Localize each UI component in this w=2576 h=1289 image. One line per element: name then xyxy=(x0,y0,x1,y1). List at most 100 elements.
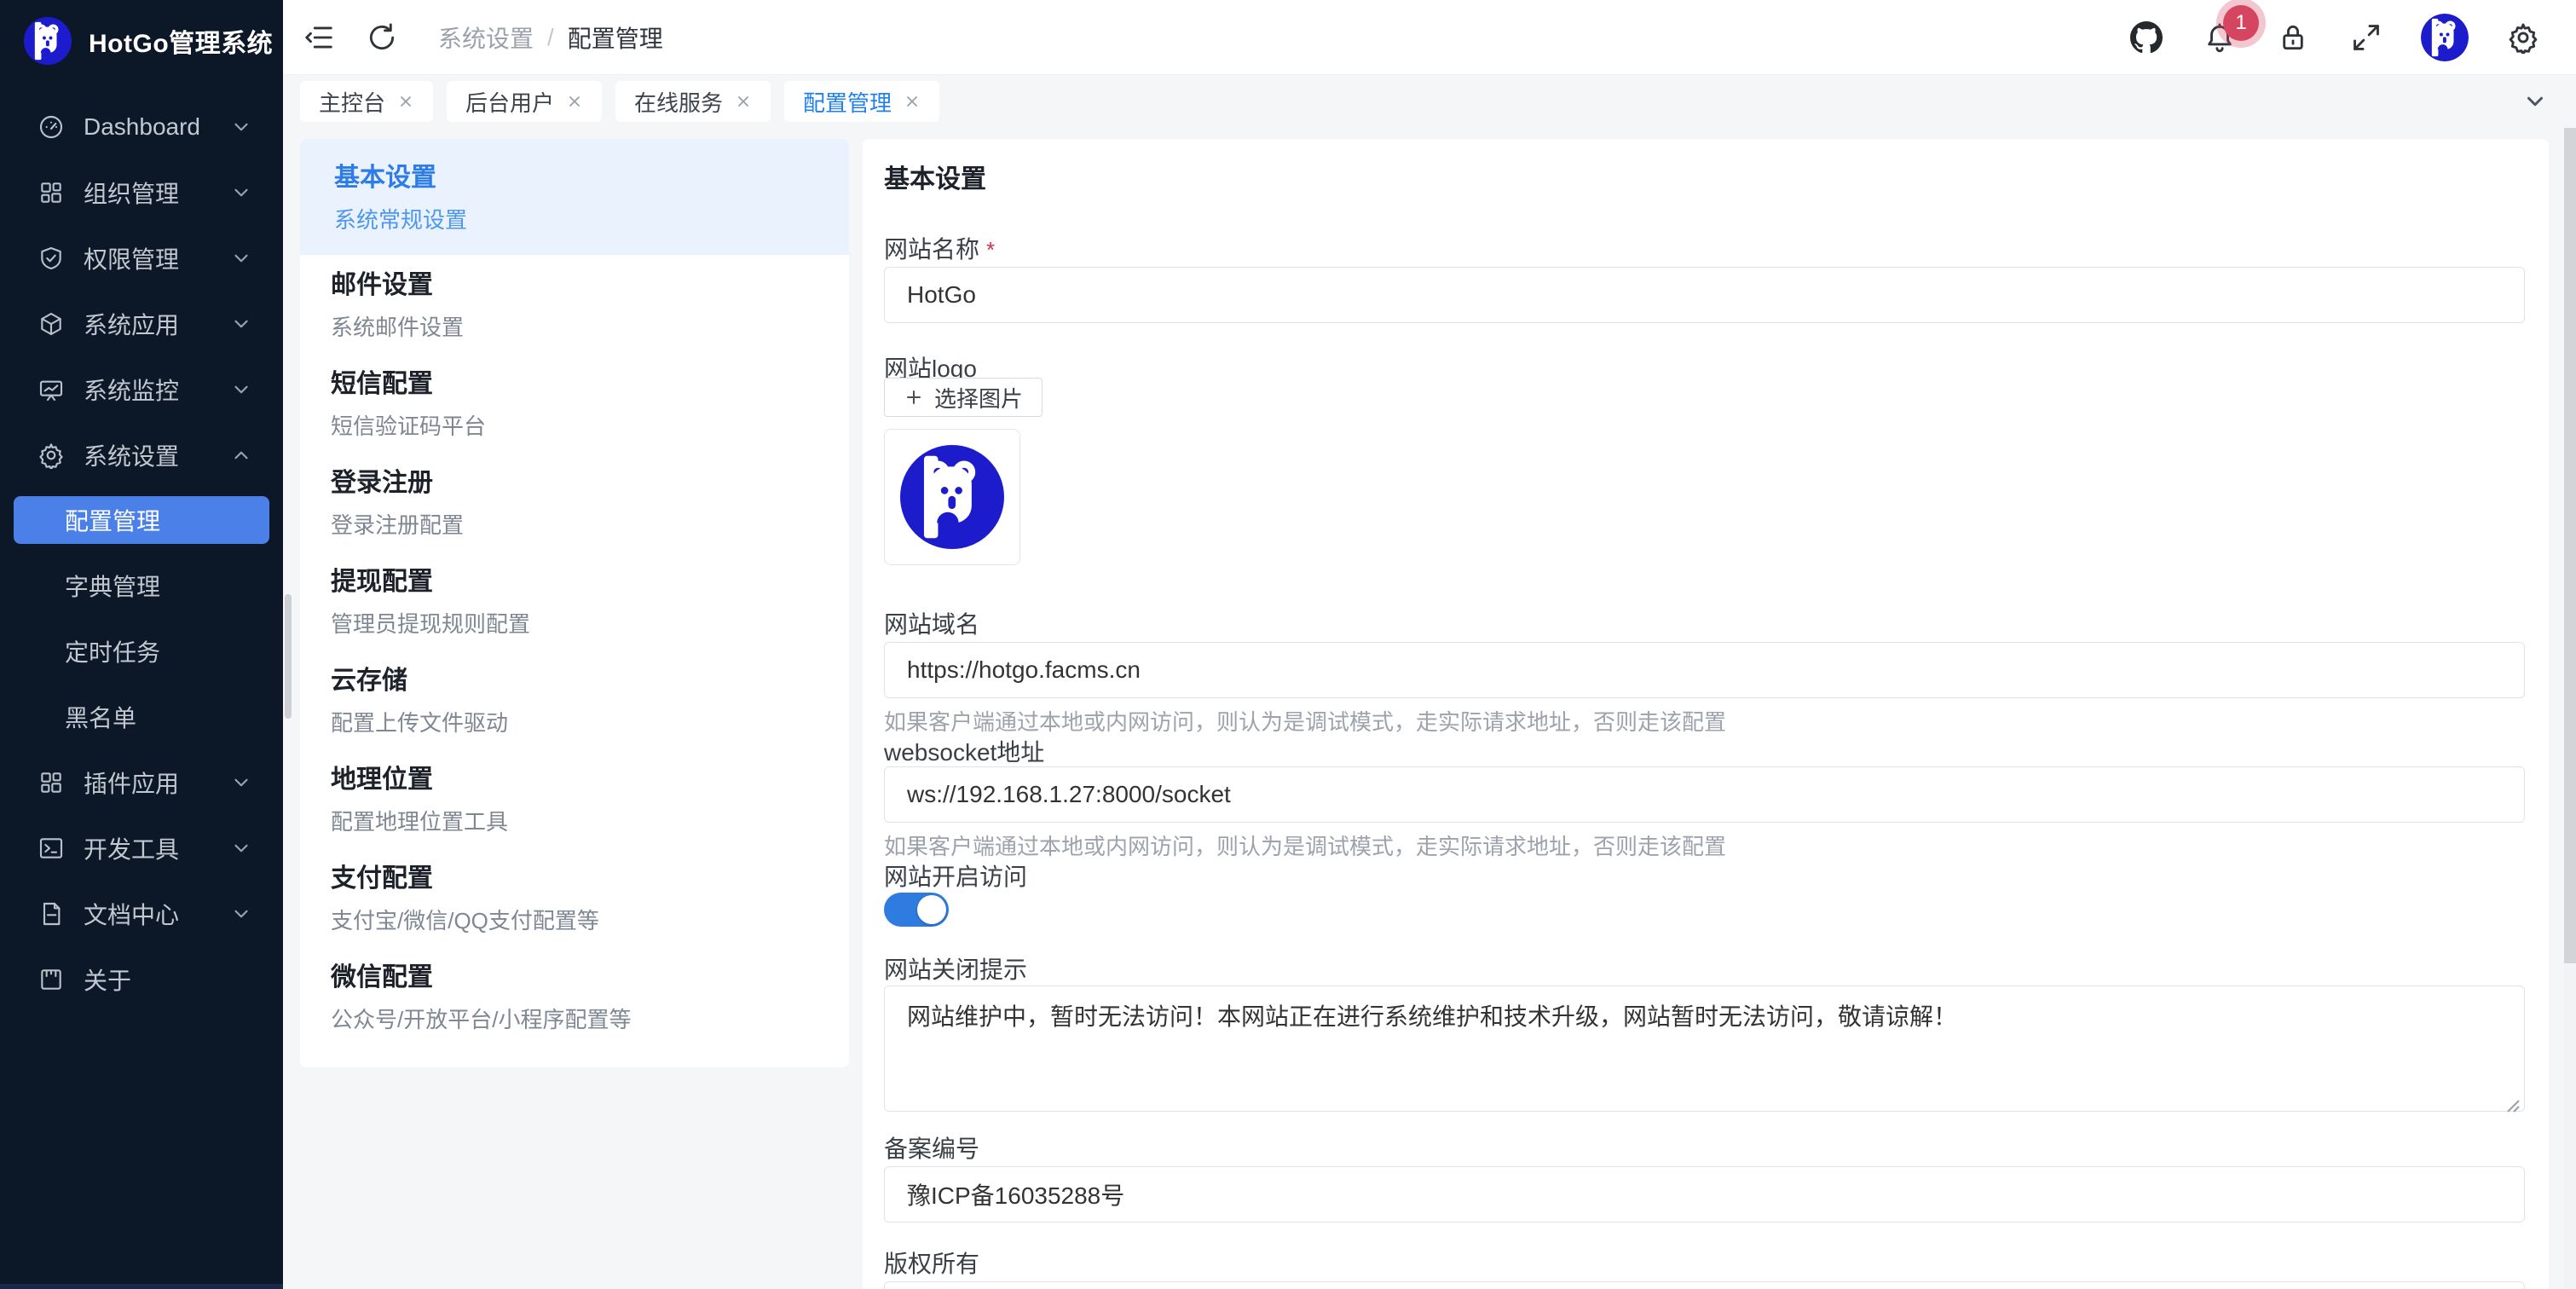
sidebar-item-label: 权限管理 xyxy=(84,241,230,275)
menu-item-title: 邮件设置 xyxy=(331,269,815,303)
settings-menu-item-geo[interactable]: 地理位置 配置地理位置工具 xyxy=(300,749,849,848)
settings-gear-icon[interactable] xyxy=(2504,19,2542,56)
refresh-icon[interactable] xyxy=(363,19,401,56)
icp-input[interactable] xyxy=(884,1166,2525,1223)
breadcrumb: 系统设置 / 配置管理 xyxy=(438,20,663,55)
close-tip-label: 网站关闭提示 xyxy=(884,951,1027,986)
sidebar-item-label: 开发工具 xyxy=(84,831,230,865)
sidebar-item-docs[interactable]: 文档中心 xyxy=(0,881,283,946)
fullscreen-icon[interactable] xyxy=(2348,19,2385,56)
required-asterisk: * xyxy=(986,237,995,263)
frame-icon xyxy=(38,966,65,993)
tab-dashboard[interactable]: 主控台 xyxy=(300,81,433,122)
sidebar-item-dashboard[interactable]: Dashboard xyxy=(0,94,283,159)
tab-config-management[interactable]: 配置管理 xyxy=(784,81,939,122)
settings-menu-item-login[interactable]: 登录注册 登录注册配置 xyxy=(300,453,849,552)
site-logo-preview[interactable] xyxy=(884,429,1020,565)
settings-menu-item-cloud-storage[interactable]: 云存储 配置上传文件驱动 xyxy=(300,650,849,749)
websocket-label: websocket地址 xyxy=(884,734,1044,768)
settings-menu-item-sms[interactable]: 短信配置 短信验证码平台 xyxy=(300,354,849,453)
chevron-down-icon xyxy=(230,772,252,794)
sidebar-item-plugins[interactable]: 插件应用 xyxy=(0,749,283,815)
sidebar-subitem-label: 定时任务 xyxy=(65,634,160,668)
main-area: 系统设置 / 配置管理 1 xyxy=(283,0,2576,1289)
sidebar-item-label: 系统应用 xyxy=(84,307,230,341)
site-open-toggle[interactable] xyxy=(884,893,949,927)
notification-badge: 1 xyxy=(2223,5,2259,41)
tab-admin-users[interactable]: 后台用户 xyxy=(447,81,602,122)
top-header: 系统设置 / 配置管理 1 xyxy=(283,0,2576,75)
close-icon[interactable] xyxy=(566,93,583,110)
shield-check-icon xyxy=(38,245,65,272)
sidebar-subitem-cron-tasks[interactable]: 定时任务 xyxy=(0,618,283,684)
sidebar-item-system-settings[interactable]: 系统设置 xyxy=(0,422,283,488)
sidebar-subitem-dictionary[interactable]: 字典管理 xyxy=(0,552,283,618)
form-title: 基本设置 xyxy=(884,158,986,195)
submenu-scrollbar-thumb[interactable] xyxy=(285,594,292,719)
menu-item-title: 提现配置 xyxy=(331,565,815,599)
websocket-input[interactable] xyxy=(884,766,2525,823)
toggle-knob xyxy=(917,895,946,924)
close-icon[interactable] xyxy=(904,93,921,110)
cube-icon xyxy=(38,310,65,338)
settings-menu-item-basic[interactable]: 基本设置 系统常规设置 xyxy=(300,139,849,255)
breadcrumb-page: 配置管理 xyxy=(568,20,663,55)
settings-menu-item-withdraw[interactable]: 提现配置 管理员提现规则配置 xyxy=(300,552,849,650)
close-icon[interactable] xyxy=(735,93,752,110)
sidebar-item-permissions[interactable]: 权限管理 xyxy=(0,225,283,291)
chevron-down-icon xyxy=(230,379,252,401)
close-tip-textarea[interactable]: 网站维护中，暂时无法访问！本网站正在进行系统维护和技术升级，网站暂时无法访问，敬… xyxy=(884,986,2525,1112)
site-domain-input[interactable] xyxy=(884,642,2525,698)
monitor-chart-icon xyxy=(38,376,65,403)
select-image-button[interactable]: 选择图片 xyxy=(884,378,1043,417)
menu-item-subtitle: 配置上传文件驱动 xyxy=(331,708,815,737)
site-name-label: 网站名称* xyxy=(884,231,995,265)
menu-item-title: 地理位置 xyxy=(331,763,815,797)
sidebar-item-monitoring[interactable]: 系统监控 xyxy=(0,356,283,422)
lock-screen-icon[interactable] xyxy=(2274,19,2312,56)
sidebar-item-label: 插件应用 xyxy=(84,766,230,800)
sidebar-subitem-config-management[interactable]: 配置管理 xyxy=(14,496,269,544)
settings-menu-panel: 基本设置 系统常规设置 邮件设置 系统邮件设置 短信配置 短信验证码平台 登录注… xyxy=(300,139,849,1067)
tab-bar: 主控台 后台用户 在线服务 配置管理 xyxy=(283,75,2576,128)
sidebar-item-dev-tools[interactable]: 开发工具 xyxy=(0,815,283,881)
user-avatar[interactable] xyxy=(2421,14,2469,61)
settings-menu-item-wechat[interactable]: 微信配置 公众号/开放平台/小程序配置等 xyxy=(300,947,849,1046)
chevron-up-icon xyxy=(230,444,252,466)
notifications-bell-icon[interactable]: 1 xyxy=(2201,19,2238,56)
site-name-input[interactable] xyxy=(884,267,2525,323)
tab-options-chevron-icon[interactable] xyxy=(2511,89,2559,114)
tab-label: 后台用户 xyxy=(465,86,554,118)
content-area: 基本设置 系统常规设置 邮件设置 系统邮件设置 短信配置 短信验证码平台 登录注… xyxy=(283,128,2576,1289)
sidebar-item-organization[interactable]: 组织管理 xyxy=(0,159,283,225)
menu-item-title: 微信配置 xyxy=(331,961,815,995)
menu-item-subtitle: 登录注册配置 xyxy=(331,511,815,540)
tab-label: 在线服务 xyxy=(634,86,723,118)
brand[interactable]: HotGo管理系统 xyxy=(0,0,283,82)
settings-menu-item-email[interactable]: 邮件设置 系统邮件设置 xyxy=(300,255,849,354)
sidebar-item-system-apps[interactable]: 系统应用 xyxy=(0,291,283,356)
select-image-label: 选择图片 xyxy=(934,382,1023,413)
chevron-down-icon xyxy=(230,182,252,204)
tab-online-service[interactable]: 在线服务 xyxy=(615,81,771,122)
site-open-label: 网站开启访问 xyxy=(884,858,1027,893)
brand-title: HotGo管理系统 xyxy=(89,22,273,60)
page-scrollbar-thumb[interactable] xyxy=(2564,128,2576,963)
copyright-label: 版权所有 xyxy=(884,1246,979,1280)
settings-menu-item-payment[interactable]: 支付配置 支付宝/微信/QQ支付配置等 xyxy=(300,848,849,947)
page-scrollbar[interactable] xyxy=(2564,128,2576,1289)
menu-item-subtitle: 系统邮件设置 xyxy=(331,313,815,342)
github-icon[interactable] xyxy=(2128,19,2165,56)
menu-item-subtitle: 配置地理位置工具 xyxy=(331,807,815,836)
sidebar-subitem-label: 字典管理 xyxy=(65,569,160,603)
copyright-input[interactable] xyxy=(884,1281,2525,1289)
breadcrumb-section[interactable]: 系统设置 xyxy=(438,20,534,55)
chevron-down-icon xyxy=(230,837,252,859)
close-icon[interactable] xyxy=(397,93,414,110)
site-domain-helper: 如果客户端通过本地或内网访问，则认为是调试模式，走实际请求地址，否则走该配置 xyxy=(884,705,1726,737)
sidebar-subitem-blacklist[interactable]: 黑名单 xyxy=(0,684,283,749)
collapse-sidebar-icon[interactable] xyxy=(300,19,338,56)
gear-icon xyxy=(38,442,65,469)
sidebar-item-about[interactable]: 关于 xyxy=(0,946,283,1012)
menu-item-subtitle: 管理员提现规则配置 xyxy=(331,610,815,639)
